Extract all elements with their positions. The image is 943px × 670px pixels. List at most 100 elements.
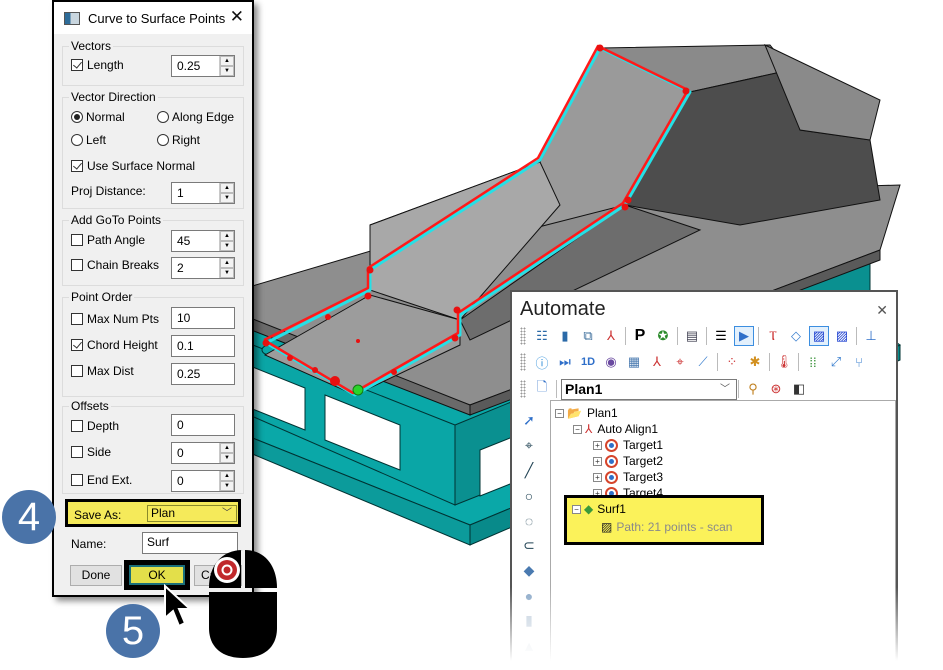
vision-icon[interactable]: ◉ — [601, 352, 621, 372]
checkbox-box[interactable] — [71, 420, 83, 432]
end-ext-checkbox[interactable]: End Ext. — [71, 473, 132, 487]
cylinder-icon[interactable]: ▮ — [518, 609, 540, 632]
chord-height-checkbox[interactable]: Chord Height — [71, 338, 158, 352]
checkbox-box[interactable] — [71, 474, 83, 486]
collapse-icon[interactable]: − — [573, 424, 582, 434]
max-num-pts-checkbox[interactable]: Max Num Pts — [71, 312, 159, 326]
grid-icon[interactable]: ▦ — [624, 352, 644, 372]
toolbar-grip[interactable] — [520, 380, 526, 398]
align-icon[interactable]: ⅄ — [647, 352, 667, 372]
tree-node-target[interactable]: + Target3 — [593, 469, 663, 485]
sphere-icon[interactable]: ● — [518, 584, 540, 607]
spin-down-icon[interactable]: ▼ — [220, 268, 234, 278]
max-dist-spinner[interactable]: 0.25 — [171, 363, 235, 385]
1d-icon[interactable]: 1D — [578, 352, 598, 372]
targets-icon[interactable]: ⁘ — [722, 352, 742, 372]
plane-icon[interactable]: ◆ — [518, 559, 540, 582]
spinner-value[interactable]: 0.25 — [172, 56, 219, 76]
report-icon[interactable]: ▤ — [682, 326, 702, 346]
cone-icon[interactable]: ▲ — [518, 634, 540, 657]
radio-button[interactable] — [71, 111, 83, 123]
spinner-value[interactable]: 0.1 — [172, 336, 234, 356]
radio-normal[interactable]: Normal — [71, 110, 125, 124]
checkbox-box[interactable] — [71, 160, 83, 172]
spin-up-icon[interactable]: ▲ — [220, 471, 234, 481]
point-icon[interactable]: ⌖ — [518, 434, 540, 457]
tree-node-surf[interactable]: − ◆ Surf1 — [572, 501, 626, 517]
dialog-title-bar[interactable]: Curve to Surface Points ✕ — [54, 2, 252, 34]
radio-along-edge[interactable]: Along Edge — [157, 110, 234, 124]
info-icon[interactable]: ⓘ — [532, 352, 552, 372]
radio-button[interactable] — [71, 134, 83, 146]
spin-up-icon[interactable]: ▲ — [220, 231, 234, 241]
toolbar-grip[interactable] — [520, 353, 526, 371]
list-icon[interactable]: ☰ — [711, 326, 731, 346]
tag-icon[interactable]: ◇ — [786, 326, 806, 346]
line-icon[interactable]: ╱ — [518, 459, 540, 482]
side-checkbox[interactable]: Side — [71, 445, 111, 459]
ellipse-icon[interactable]: ◌ — [518, 509, 540, 532]
robot-icon[interactable]: Ⲧ — [763, 326, 783, 346]
collapse-icon[interactable]: − — [555, 408, 564, 418]
vector-point-icon[interactable]: ➚ — [518, 409, 540, 432]
search-icon[interactable]: ⚲ — [743, 379, 763, 399]
camera-icon[interactable]: ⧉ — [578, 326, 598, 346]
save-as-dropdown[interactable]: Plan ﹀ — [147, 505, 237, 522]
radio-left[interactable]: Left — [71, 133, 106, 147]
chord-height-spinner[interactable]: 0.1 — [171, 335, 235, 357]
tree-node-target[interactable]: + Target1 — [593, 437, 663, 453]
spin-up-icon[interactable]: ▲ — [220, 183, 234, 193]
length-spinner[interactable]: 0.25 ▲ ▼ — [171, 55, 235, 77]
spinner-value[interactable]: 1 — [172, 183, 219, 203]
checkbox-box[interactable] — [71, 365, 83, 377]
slot-icon[interactable]: ⊂ — [518, 534, 540, 557]
max-dist-checkbox[interactable]: Max Dist — [71, 364, 134, 378]
expand-icon[interactable]: + — [593, 456, 602, 466]
plan-dropdown[interactable]: Plan1 ﹀ — [561, 378, 737, 400]
radio-button[interactable] — [157, 134, 169, 146]
tree-node-target[interactable]: + Target2 — [593, 453, 663, 469]
checklist-icon[interactable]: ☷ — [532, 326, 552, 346]
vector-icon[interactable]: ⤢ — [826, 352, 846, 372]
dots-icon[interactable]: ⁞⁞ — [803, 352, 823, 372]
spin-up-icon[interactable]: ▲ — [220, 258, 234, 268]
done-button[interactable]: Done — [70, 565, 122, 586]
close-icon[interactable]: ✕ — [876, 302, 888, 319]
scan-path-icon[interactable]: ▨ — [809, 326, 829, 346]
chart-icon[interactable]: ⟋ — [693, 352, 713, 372]
checkbox-box[interactable] — [71, 259, 83, 271]
ok-button[interactable]: OK — [129, 565, 185, 585]
expand-icon[interactable]: + — [593, 472, 602, 482]
end-ext-spinner[interactable]: 0 ▲ ▼ — [171, 470, 235, 492]
split-icon[interactable]: ⑂ — [849, 352, 869, 372]
anchor-icon[interactable]: ⊥ — [861, 326, 881, 346]
toolbar-grip[interactable] — [520, 327, 526, 345]
spinner-value[interactable]: 0 — [172, 443, 219, 463]
depth-spinner[interactable]: 0 — [171, 414, 235, 436]
thermometer-icon[interactable]: 🌡 — [774, 352, 794, 372]
p-icon[interactable]: P — [630, 326, 650, 346]
use-surface-normal-checkbox[interactable]: Use Surface Normal — [71, 159, 195, 173]
spin-down-icon[interactable]: ▼ — [220, 481, 234, 491]
tree-node-path[interactable]: ▨ Path: 21 points - scan — [601, 519, 732, 535]
align-target-icon[interactable]: ⌖ — [670, 352, 690, 372]
side-spinner[interactable]: 0 ▲ ▼ — [171, 442, 235, 464]
spinner-value[interactable]: 0.25 — [172, 364, 234, 384]
spin-down-icon[interactable]: ▼ — [220, 193, 234, 203]
book-icon[interactable]: ▮ — [555, 326, 575, 346]
chain-breaks-spinner[interactable]: 2 ▲ ▼ — [171, 257, 235, 279]
tree-node-plan[interactable]: − 📂 Plan1 — [555, 405, 618, 421]
spinner-value[interactable]: 45 — [172, 231, 219, 251]
spinner-value[interactable]: 2 — [172, 258, 219, 278]
spin-down-icon[interactable]: ▼ — [220, 241, 234, 251]
layout-icon[interactable]: ◧ — [789, 379, 809, 399]
select-icon[interactable]: ⊛ — [766, 379, 786, 399]
cluster-icon[interactable]: ✱ — [745, 352, 765, 372]
collapse-icon[interactable]: − — [572, 504, 581, 514]
axes-icon[interactable]: ⅄ — [601, 326, 621, 346]
proj-distance-spinner[interactable]: 1 ▲ ▼ — [171, 182, 235, 204]
scan-path-colored-icon[interactable]: ▨ — [832, 326, 852, 346]
step-icon[interactable]: ⏭ — [555, 352, 575, 372]
max-num-pts-spinner[interactable]: 10 — [171, 307, 235, 329]
tree-node-align[interactable]: − ⅄ Auto Align1 — [573, 421, 658, 437]
